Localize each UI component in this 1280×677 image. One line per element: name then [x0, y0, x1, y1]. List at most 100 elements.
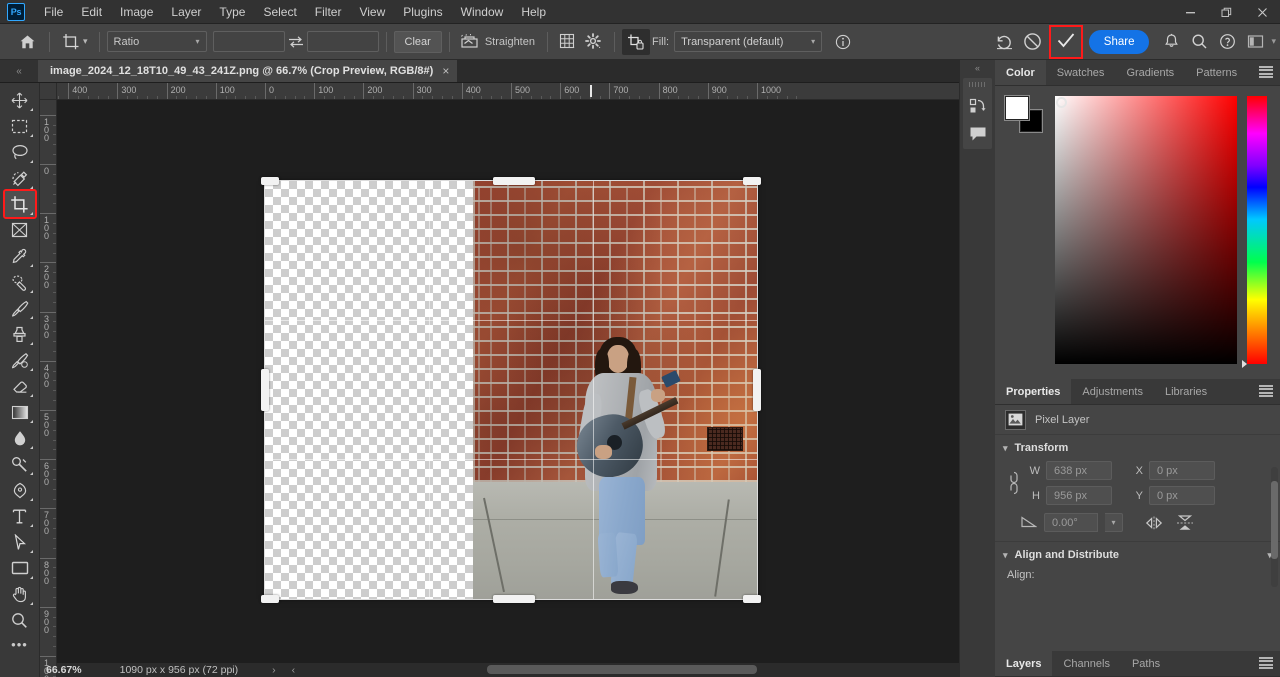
tab-layers[interactable]: Layers — [995, 651, 1052, 676]
eyedropper-tool[interactable] — [5, 243, 35, 269]
path-selection-tool[interactable] — [5, 529, 35, 555]
ratio-dropdown[interactable]: Ratio ▾ — [107, 31, 207, 52]
foreground-color-swatch[interactable] — [1005, 96, 1029, 120]
panel-menu-icon[interactable] — [1259, 385, 1273, 397]
crop-handle-bottom-center[interactable] — [493, 595, 535, 603]
properties-scrollbar[interactable] — [1271, 467, 1278, 587]
crop-handle-top-left[interactable] — [261, 177, 279, 185]
transform-section-header[interactable]: ▾ Transform — [995, 435, 1280, 459]
tab-swatches[interactable]: Swatches — [1046, 60, 1116, 85]
saturation-value-picker[interactable] — [1055, 96, 1237, 364]
horizontal-ruler[interactable]: 9008007006005004003002001000100200300400… — [57, 83, 995, 100]
actions-history-icon[interactable] — [966, 95, 990, 117]
restore-button[interactable] — [1208, 0, 1244, 24]
dodge-tool[interactable] — [5, 451, 35, 477]
gear-icon[interactable] — [581, 30, 607, 54]
y-input[interactable]: 0 px — [1149, 486, 1215, 505]
share-button[interactable]: Share — [1089, 30, 1150, 54]
tab-libraries[interactable]: Libraries — [1154, 379, 1218, 404]
history-brush-tool[interactable] — [5, 347, 35, 373]
crop-handle-middle-right[interactable] — [753, 369, 761, 411]
width-input[interactable]: 638 px — [1046, 461, 1112, 480]
x-input[interactable]: 0 px — [1149, 461, 1215, 480]
swap-arrows-icon[interactable] — [285, 35, 307, 49]
status-collapse-icon[interactable]: ‹ — [292, 664, 296, 676]
info-icon[interactable] — [830, 30, 856, 54]
hue-slider[interactable] — [1247, 96, 1267, 364]
clear-button[interactable]: Clear — [394, 31, 442, 53]
gradient-tool[interactable] — [5, 399, 35, 425]
crop-height-input[interactable] — [307, 31, 379, 52]
status-expand-icon[interactable]: › — [272, 664, 276, 676]
tab-channels[interactable]: Channels — [1052, 651, 1120, 676]
canvas-stage[interactable] — [57, 100, 995, 677]
tab-adjustments[interactable]: Adjustments — [1071, 379, 1154, 404]
fill-dropdown[interactable]: Transparent (default) ▾ — [674, 31, 822, 52]
crop-handle-top-right[interactable] — [743, 177, 761, 185]
move-tool[interactable] — [5, 87, 35, 113]
vertical-ruler[interactable]: 10001002003004005006007008009001000 — [40, 100, 57, 677]
crop-handle-top-center[interactable] — [493, 177, 535, 185]
menu-image[interactable]: Image — [111, 1, 162, 23]
rectangular-marquee-tool[interactable] — [5, 113, 35, 139]
flip-horizontal-icon[interactable] — [1142, 513, 1166, 532]
align-distribute-section-header[interactable]: ▾ Align and Distribute ▾ — [995, 542, 1280, 566]
frame-tool[interactable] — [5, 217, 35, 243]
crop-handle-middle-left[interactable] — [261, 369, 269, 411]
delete-cropped-pixels-icon[interactable] — [622, 29, 650, 55]
mini-dock-collapse-icon[interactable]: « — [960, 60, 995, 76]
crop-handle-bottom-right[interactable] — [743, 595, 761, 603]
close-button[interactable] — [1244, 0, 1280, 24]
chevron-down-icon[interactable]: ▾ — [1003, 550, 1008, 561]
flip-vertical-icon[interactable] — [1173, 513, 1197, 532]
brush-tool[interactable] — [5, 295, 35, 321]
cancel-crop-icon[interactable] — [1019, 28, 1047, 56]
close-icon[interactable]: × — [442, 64, 449, 78]
collapse-panels-icon[interactable]: « — [0, 60, 38, 82]
menu-filter[interactable]: Filter — [306, 1, 351, 23]
object-selection-tool[interactable] — [5, 165, 35, 191]
home-icon[interactable] — [14, 30, 40, 54]
straighten-icon[interactable] — [457, 30, 483, 54]
hue-slider-thumb[interactable] — [1242, 360, 1247, 368]
minimize-button[interactable] — [1172, 0, 1208, 24]
crop-width-input[interactable] — [213, 31, 285, 52]
menu-edit[interactable]: Edit — [72, 1, 111, 23]
tab-gradients[interactable]: Gradients — [1115, 60, 1185, 85]
chevron-down-icon[interactable]: ▾ — [1271, 36, 1276, 47]
color-picker-cursor[interactable] — [1056, 97, 1067, 108]
search-icon[interactable] — [1185, 28, 1213, 56]
ruler-origin[interactable] — [40, 83, 57, 100]
angle-dropdown-icon[interactable]: ▾ — [1105, 513, 1123, 532]
document-tab[interactable]: image_2024_12_18T10_49_43_241Z.png @ 66.… — [38, 60, 458, 82]
menu-view[interactable]: View — [350, 1, 394, 23]
document-canvas[interactable] — [265, 181, 757, 599]
crop-tool[interactable] — [5, 191, 35, 217]
panel-grip[interactable] — [969, 82, 987, 87]
rectangle-tool[interactable] — [5, 555, 35, 581]
menu-type[interactable]: Type — [210, 1, 254, 23]
link-aspect-ratio-icon[interactable] — [1005, 470, 1023, 496]
blur-tool[interactable] — [5, 425, 35, 451]
tab-patterns[interactable]: Patterns — [1185, 60, 1248, 85]
eraser-tool[interactable] — [5, 373, 35, 399]
comments-icon[interactable] — [966, 123, 990, 145]
tab-properties[interactable]: Properties — [995, 379, 1071, 404]
chevron-down-icon[interactable]: ▾ — [1003, 443, 1008, 454]
menu-select[interactable]: Select — [254, 1, 305, 23]
zoom-level[interactable]: 66.67% — [46, 664, 82, 676]
workspace-switcher-icon[interactable] — [1241, 28, 1269, 56]
tab-color[interactable]: Color — [995, 60, 1046, 85]
clone-stamp-tool[interactable] — [5, 321, 35, 347]
panel-menu-icon[interactable] — [1259, 657, 1273, 669]
more-tools-icon[interactable]: ••• — [11, 637, 28, 652]
height-input[interactable]: 956 px — [1046, 486, 1112, 505]
commit-crop-checkmark-icon[interactable] — [1056, 31, 1076, 52]
help-circle-icon[interactable] — [1213, 28, 1241, 56]
tool-preset-picker[interactable]: ▾ — [57, 30, 92, 54]
menu-file[interactable]: File — [35, 1, 72, 23]
crop-overlay-grid-icon[interactable] — [555, 30, 581, 54]
menu-plugins[interactable]: Plugins — [394, 1, 451, 23]
crop-handle-bottom-left[interactable] — [261, 595, 279, 603]
panel-menu-icon[interactable] — [1259, 66, 1273, 78]
